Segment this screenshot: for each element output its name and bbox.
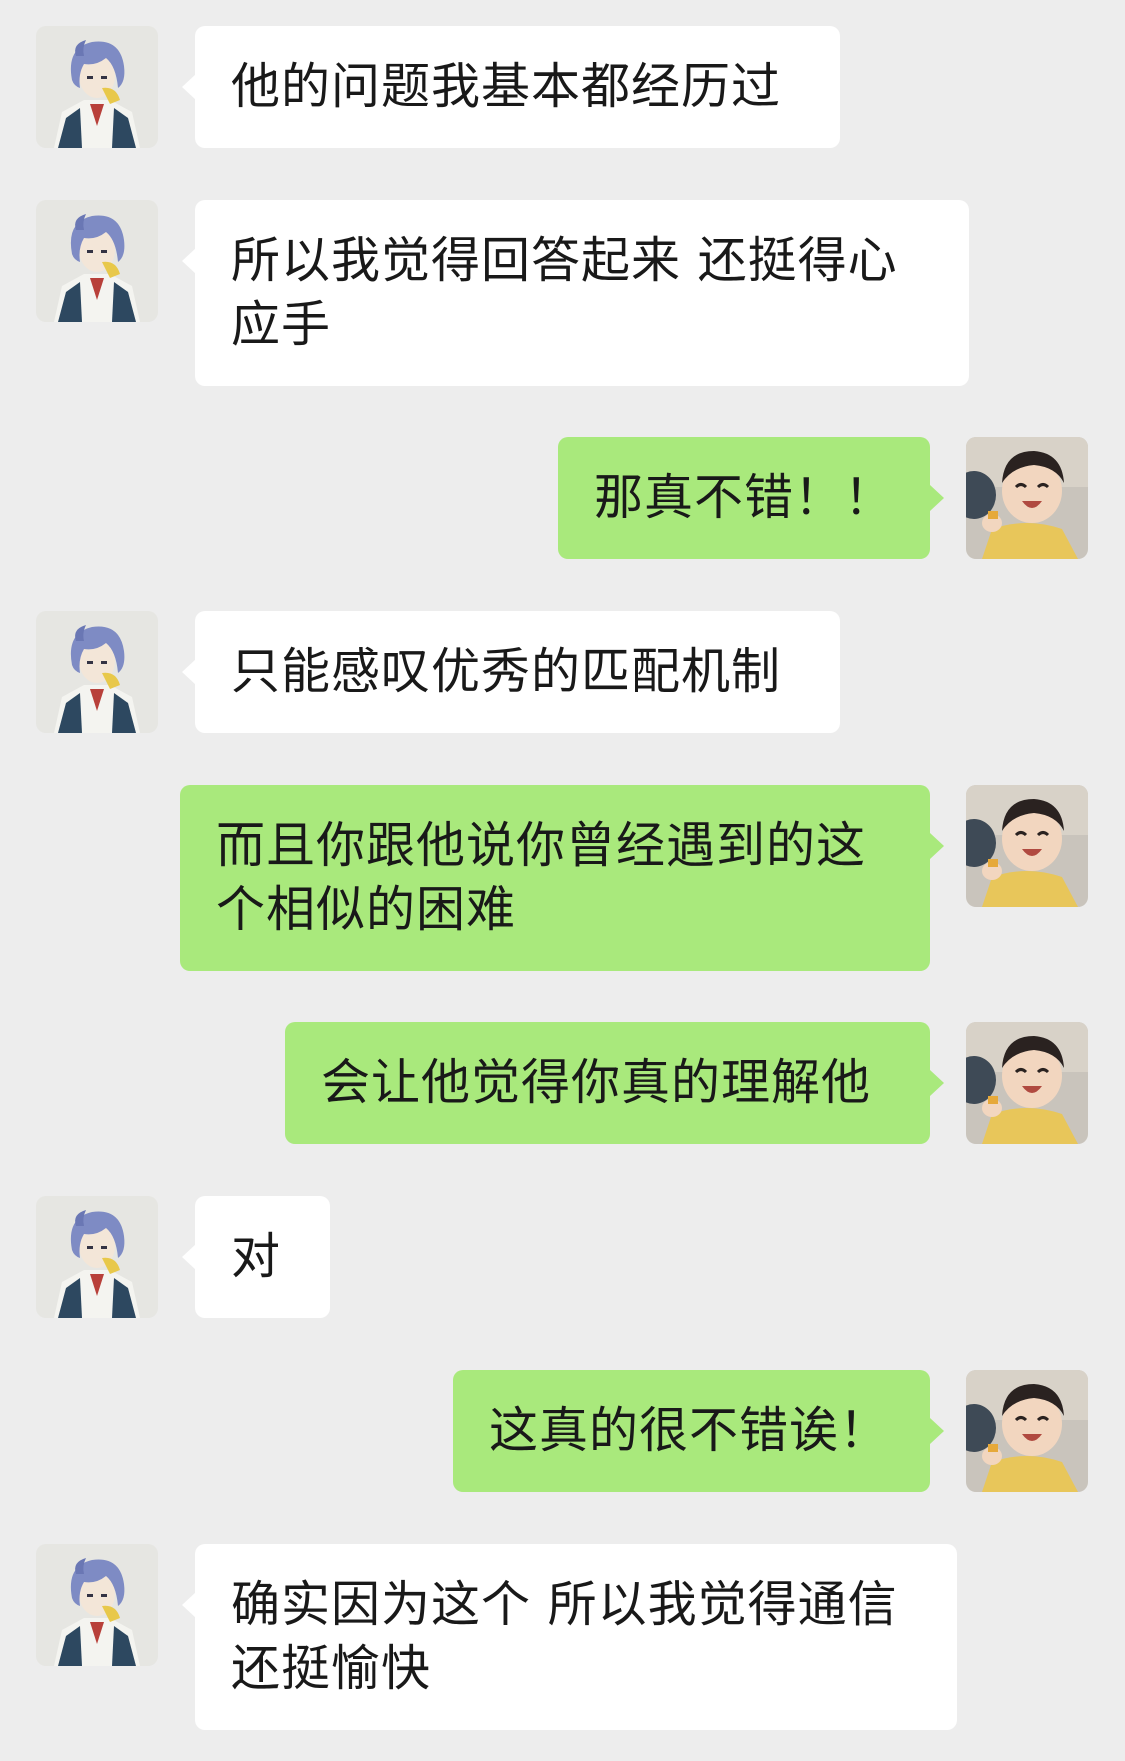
incoming-avatar[interactable] [36,26,158,148]
smiling-child-avatar-icon [966,437,1088,559]
anime-character-avatar-icon [36,1544,158,1666]
bubble-tail [930,1418,944,1444]
bubble-tail [182,74,196,100]
message-bubble-outgoing[interactable]: 会让他觉得你真的理解他 [285,1022,930,1144]
message-bubble-incoming[interactable]: 只能感叹优秀的匹配机制 [195,611,840,733]
incoming-avatar[interactable] [36,1196,158,1318]
smiling-child-avatar-icon [966,1022,1088,1144]
message-bubble-incoming[interactable]: 他的问题我基本都经历过 [195,26,840,148]
incoming-avatar[interactable] [36,1544,158,1666]
message-bubble-outgoing[interactable]: 那真不错！！ [558,437,930,559]
bubble-tail [182,248,196,274]
bubble-tail [930,1070,944,1096]
message-bubble-outgoing[interactable]: 这真的很不错诶！ [453,1370,930,1492]
anime-character-avatar-icon [36,26,158,148]
outgoing-avatar[interactable] [966,785,1088,907]
bubble-tail [182,659,196,685]
bubble-tail [182,1244,196,1270]
message-bubble-incoming[interactable]: 确实因为这个 所以我觉得通信还挺愉快 [195,1544,957,1730]
smiling-child-avatar-icon [966,785,1088,907]
anime-character-avatar-icon [36,611,158,733]
message-bubble-incoming[interactable]: 所以我觉得回答起来 还挺得心应手 [195,200,969,386]
outgoing-avatar[interactable] [966,1022,1088,1144]
bubble-tail [930,485,944,511]
bubble-tail [930,833,944,859]
smiling-child-avatar-icon [966,1370,1088,1492]
outgoing-avatar[interactable] [966,1370,1088,1492]
anime-character-avatar-icon [36,200,158,322]
bubble-tail [182,1592,196,1618]
outgoing-avatar[interactable] [966,437,1088,559]
incoming-avatar[interactable] [36,200,158,322]
anime-character-avatar-icon [36,1196,158,1318]
message-bubble-incoming[interactable]: 对 [195,1196,330,1318]
incoming-avatar[interactable] [36,611,158,733]
message-bubble-outgoing[interactable]: 而且你跟他说你曾经遇到的这个相似的困难 [180,785,930,971]
